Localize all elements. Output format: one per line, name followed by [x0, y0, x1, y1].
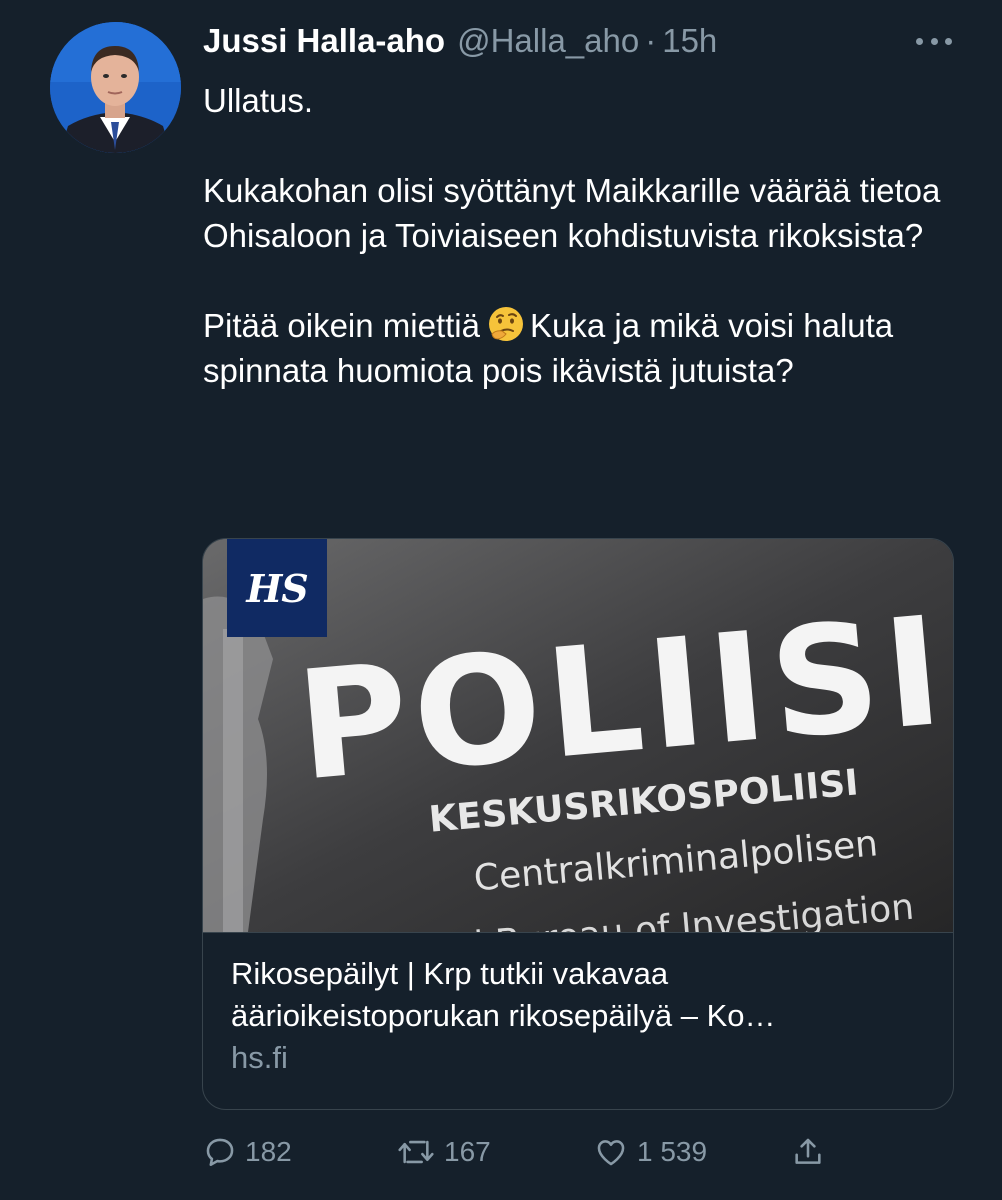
more-options-icon[interactable]: [916, 26, 952, 56]
tweet-header: Jussi Halla-aho @Halla_aho · 15h: [203, 22, 942, 62]
link-preview-card[interactable]: POLIISI KESKUSRIKOSPOLIISI Centralkrimin…: [202, 538, 954, 1110]
tweet-line-2: Kukakohan olisi syöttänyt Maikkarille vä…: [203, 172, 941, 254]
share-icon: [795, 1138, 821, 1164]
tweet-timestamp[interactable]: 15h: [662, 22, 717, 60]
avatar-portrait: [50, 22, 181, 153]
author-display-name[interactable]: Jussi Halla-aho: [203, 22, 445, 60]
more-dot: [916, 37, 923, 45]
retweet-button[interactable]: 167: [396, 1135, 491, 1169]
tweet-actions: 182 167 1 539: [203, 1130, 863, 1174]
tweet-text: Ullatus. Kukakohan olisi syöttänyt Maikk…: [203, 78, 943, 393]
author-handle[interactable]: @Halla_aho: [457, 22, 639, 60]
thinking-face-emoji-icon: [488, 307, 523, 341]
tweet-line-1: Ullatus.: [203, 82, 314, 119]
reply-icon: [206, 1138, 234, 1167]
more-dot: [945, 37, 952, 45]
header-separator: ·: [645, 22, 657, 59]
heart-icon: [597, 1140, 625, 1166]
like-count: 1 539: [637, 1136, 708, 1167]
share-button[interactable]: [791, 1135, 825, 1169]
reply-button[interactable]: 182: [203, 1135, 292, 1169]
reply-count: 182: [245, 1136, 292, 1167]
hs-logo-text: HS: [246, 565, 308, 611]
hs-logo: HS: [227, 539, 327, 637]
card-domain: hs.fi: [231, 1040, 288, 1075]
like-button[interactable]: 1 539: [593, 1135, 707, 1169]
tweet: Jussi Halla-aho @Halla_aho · 15h Ullatus…: [0, 0, 1002, 1200]
retweet-icon: [398, 1140, 434, 1164]
avatar[interactable]: [50, 22, 181, 153]
card-title: Rikosepäilyt | Krp tutkii vakavaa äärioi…: [231, 956, 776, 1033]
tweet-line-3-start: Pitää oikein miettiä: [203, 307, 480, 344]
card-image: POLIISI KESKUSRIKOSPOLIISI Centralkrimin…: [203, 539, 953, 932]
retweet-count: 167: [444, 1136, 491, 1167]
tweet-line-3: Pitää oikein miettiä Kuka ja mikä voisi …: [203, 303, 943, 393]
card-text-area: Rikosepäilyt | Krp tutkii vakavaa äärioi…: [203, 932, 953, 1109]
more-dot: [930, 37, 938, 45]
